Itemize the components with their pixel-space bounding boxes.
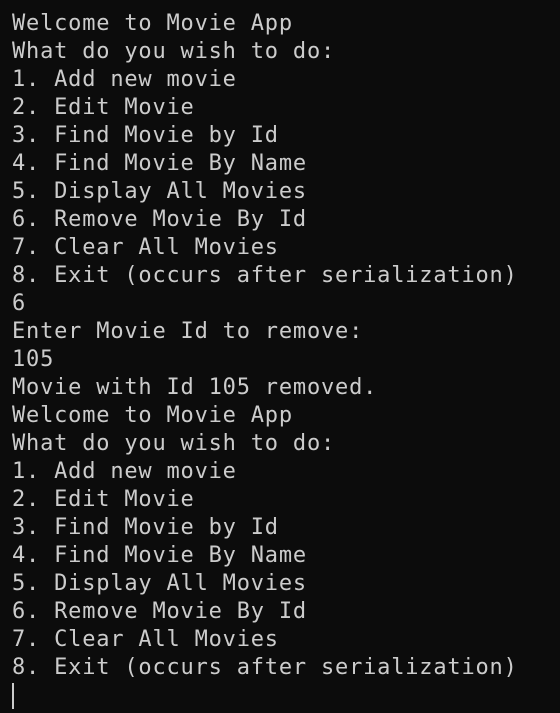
output-line-prompt: What do you wish to do: xyxy=(12,39,336,64)
menu-option-clear: 7. Clear All Movies xyxy=(12,627,279,652)
menu-option-exit: 8. Exit (occurs after serialization) xyxy=(12,655,518,680)
menu-option-add: 1. Add new movie xyxy=(12,67,237,92)
menu-option-find-id: 3. Find Movie by Id xyxy=(12,123,279,148)
terminal-window[interactable]: Welcome to Movie App What do you wish to… xyxy=(0,0,560,713)
input-line[interactable] xyxy=(12,682,560,710)
output-line-removed: Movie with Id 105 removed. xyxy=(12,375,378,400)
menu-option-find-id: 3. Find Movie by Id xyxy=(12,515,279,540)
menu-option-remove: 6. Remove Movie By Id xyxy=(12,599,307,624)
menu-option-display-all: 5. Display All Movies xyxy=(12,179,307,204)
menu-option-find-name: 4. Find Movie By Name xyxy=(12,543,307,568)
user-input-choice: 6 xyxy=(12,291,27,316)
menu-option-exit: 8. Exit (occurs after serialization) xyxy=(12,263,518,288)
user-input-id: 105 xyxy=(12,347,55,372)
output-line-welcome: Welcome to Movie App xyxy=(12,11,293,36)
menu-option-find-name: 4. Find Movie By Name xyxy=(12,151,307,176)
menu-option-add: 1. Add new movie xyxy=(12,459,237,484)
output-line-prompt: What do you wish to do: xyxy=(12,431,336,456)
menu-option-edit: 2. Edit Movie xyxy=(12,487,195,512)
output-line-enter-id: Enter Movie Id to remove: xyxy=(12,319,364,344)
menu-option-remove: 6. Remove Movie By Id xyxy=(12,207,307,232)
menu-option-edit: 2. Edit Movie xyxy=(12,95,195,120)
text-cursor xyxy=(12,683,14,709)
menu-option-display-all: 5. Display All Movies xyxy=(12,571,307,596)
output-line-welcome: Welcome to Movie App xyxy=(12,403,293,428)
menu-option-clear: 7. Clear All Movies xyxy=(12,235,279,260)
